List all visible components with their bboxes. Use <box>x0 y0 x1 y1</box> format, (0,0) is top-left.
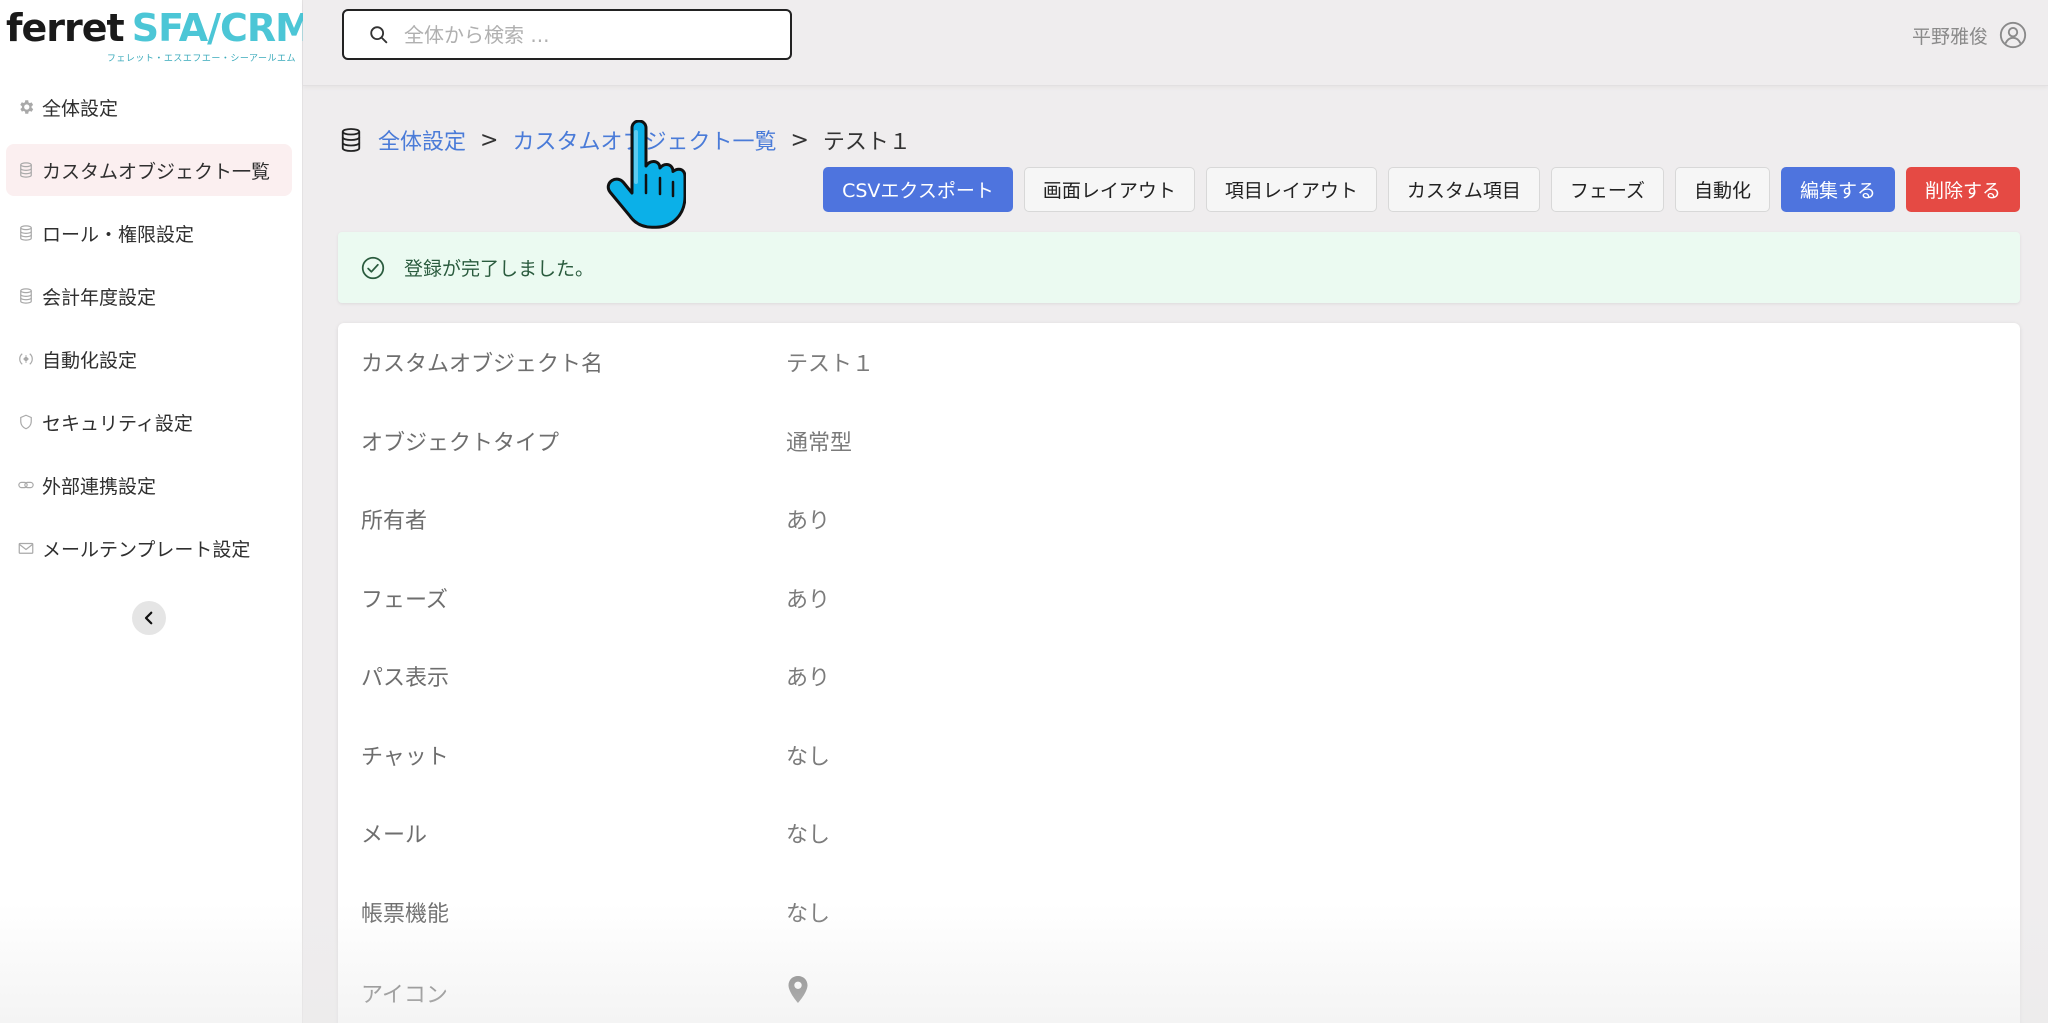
sidebar-item-label: セキュリティ設定 <box>42 412 193 435</box>
breadcrumb-separator: > <box>790 127 809 153</box>
detail-value: あり <box>786 588 831 613</box>
link-icon <box>16 475 36 495</box>
csv-export-button[interactable]: CSVエクスポート <box>823 167 1013 212</box>
map-pin-icon <box>788 976 808 1003</box>
detail-value: 通常型 <box>786 431 853 456</box>
detail-row: 帳票機能 なし <box>338 892 2020 932</box>
database-icon <box>341 128 361 152</box>
breadcrumb-current: テスト１ <box>822 130 911 155</box>
detail-value-icon <box>786 975 810 1011</box>
logo-wordmark: ferret SFA/CRM <box>6 4 313 52</box>
logo[interactable]: ferret SFA/CRM フェレット・エスエフエー・シーアールエム <box>6 4 313 64</box>
database-icon <box>16 223 36 243</box>
detail-label: 所有者 <box>361 509 428 534</box>
sidebar-item-label: メールテンプレート設定 <box>42 538 251 561</box>
top-bar: 平野雅俊 <box>303 0 2048 86</box>
detail-value: あり <box>786 666 831 691</box>
breadcrumb-separator: > <box>480 127 499 153</box>
sidebar-item-label: 会計年度設定 <box>42 286 157 309</box>
detail-label: アイコン <box>361 983 448 1008</box>
success-alert: 登録が完了しました。 <box>338 232 2020 303</box>
detail-value: なし <box>786 902 831 927</box>
sidebar-item-label: 自動化設定 <box>42 349 138 372</box>
alert-message: 登録が完了しました。 <box>404 258 595 280</box>
action-toolbar: CSVエクスポート 画面レイアウト 項目レイアウト カスタム項目 フェーズ 自動… <box>823 167 2020 213</box>
screen-layout-button[interactable]: 画面レイアウト <box>1023 167 1195 212</box>
detail-row: カスタムオブジェクト名 テスト１ <box>338 342 2020 382</box>
custom-items-button[interactable]: カスタム項目 <box>1387 167 1540 212</box>
breadcrumb-link-custom-objects[interactable]: カスタムオブジェクト一覧 <box>512 124 776 156</box>
sidebar-item-fiscal-year[interactable]: 会計年度設定 <box>6 270 292 322</box>
detail-row: チャット なし <box>338 735 2020 775</box>
detail-row: パス表示 あり <box>338 656 2020 696</box>
detail-label: カスタムオブジェクト名 <box>361 352 604 377</box>
database-icon <box>16 286 36 306</box>
search-icon <box>370 25 388 43</box>
edit-button[interactable]: 編集する <box>1780 167 1895 212</box>
mail-icon <box>16 538 36 558</box>
sidebar-item-roles-permissions[interactable]: ロール・権限設定 <box>6 207 292 259</box>
detail-value: テスト１ <box>786 352 875 377</box>
detail-value: なし <box>786 745 831 770</box>
detail-label: フェーズ <box>361 588 448 613</box>
logo-product-text: SFA/CRM <box>131 6 313 50</box>
sidebar-item-label: 全体設定 <box>42 97 119 120</box>
logo-reading: フェレット・エスエフエー・シーアールエム <box>106 54 296 64</box>
detail-value: あり <box>786 509 831 534</box>
user-name: 平野雅俊 <box>1911 25 1988 48</box>
sidebar-nav: 全体設定 カスタムオブジェクト一覧 ロール・権限設定 会計年度設定 自動化設定 <box>6 81 292 585</box>
phase-button[interactable]: フェーズ <box>1550 167 1664 212</box>
automation-button[interactable]: 自動化 <box>1674 167 1770 212</box>
detail-label: オブジェクトタイプ <box>361 431 560 456</box>
sidebar-item-custom-objects[interactable]: カスタムオブジェクト一覧 <box>6 144 292 196</box>
logo-ferret-text: ferret <box>6 6 125 50</box>
detail-label: パス表示 <box>361 666 450 691</box>
shield-icon <box>16 412 36 432</box>
gear-icon <box>16 97 36 117</box>
breadcrumb-link-general-settings[interactable]: 全体設定 <box>378 124 466 156</box>
sidebar-item-label: カスタムオブジェクト一覧 <box>42 160 271 183</box>
automation-icon <box>16 349 36 369</box>
chevron-left-icon <box>144 611 153 625</box>
sidebar-item-integrations[interactable]: 外部連携設定 <box>6 459 292 511</box>
detail-label: チャット <box>361 745 449 770</box>
sidebar-item-general-settings[interactable]: 全体設定 <box>6 81 292 133</box>
detail-row: メール なし <box>338 813 2020 853</box>
sidebar: ferret SFA/CRM フェレット・エスエフエー・シーアールエム 全体設定 … <box>0 0 313 1023</box>
sidebar-item-label: ロール・権限設定 <box>42 223 195 246</box>
sidebar-item-security[interactable]: セキュリティ設定 <box>6 396 292 448</box>
sidebar-item-automation[interactable]: 自動化設定 <box>6 333 292 385</box>
sidebar-item-label: 外部連携設定 <box>42 475 157 498</box>
database-icon <box>16 160 36 180</box>
detail-row: フェーズ あり <box>338 578 2020 618</box>
detail-value: なし <box>786 823 831 848</box>
global-search[interactable] <box>342 9 792 60</box>
detail-row: アイコン <box>338 973 2020 1013</box>
object-detail-card: カスタムオブジェクト名 テスト１ オブジェクトタイプ 通常型 所有者 あり フェ… <box>338 323 2020 1023</box>
user-avatar-icon <box>1999 21 2027 49</box>
sidebar-item-mail-templates[interactable]: メールテンプレート設定 <box>6 522 292 574</box>
sidebar-collapse-button[interactable] <box>132 601 166 635</box>
user-menu[interactable]: 平野雅俊 <box>1912 18 2028 52</box>
detail-row: オブジェクトタイプ 通常型 <box>338 421 2020 461</box>
breadcrumb: 全体設定 > カスタムオブジェクト一覧 > テスト１ <box>340 122 911 158</box>
check-circle-icon <box>361 256 385 279</box>
detail-row: 所有者 あり <box>338 499 2020 539</box>
delete-button[interactable]: 削除する <box>1905 167 2020 212</box>
detail-label: メール <box>361 823 428 848</box>
detail-label: 帳票機能 <box>361 902 450 927</box>
search-input[interactable] <box>404 22 764 47</box>
item-layout-button[interactable]: 項目レイアウト <box>1205 167 1377 212</box>
